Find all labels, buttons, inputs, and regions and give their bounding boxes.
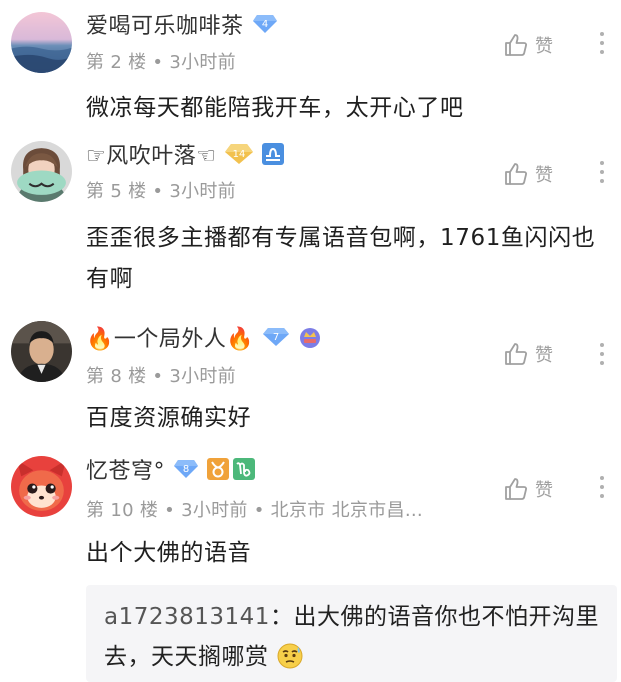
thumbs-up-icon — [505, 478, 527, 500]
more-options-icon[interactable] — [597, 161, 607, 183]
svg-text:14: 14 — [233, 149, 246, 160]
like-button[interactable]: 赞 — [503, 30, 553, 60]
thumbs-up-icon — [505, 343, 527, 365]
comment-text: 歪歪很多主播都有专属语音包啊，1761鱼闪闪也有啊 — [86, 225, 596, 292]
avatar[interactable] — [11, 321, 72, 382]
reply-username[interactable]: a1723813141 — [104, 604, 270, 630]
level-gold-badge: 14 — [224, 143, 254, 165]
user-info-row: 爱喝可乐咖啡茶 4 — [86, 8, 278, 40]
username[interactable]: 🔥一个局外人🔥 — [86, 321, 254, 353]
taurus-zodiac-icon — [207, 458, 230, 480]
like-label: 赞 — [535, 480, 553, 501]
username[interactable]: 忆苍穹° — [86, 453, 165, 485]
reply-preview[interactable]: a1723813141：出大佛的语音你也不怕开沟里去，天天搁哪赏 — [86, 585, 617, 682]
svg-text:7: 7 — [273, 332, 279, 343]
floor-number: 第 8 楼 — [86, 366, 147, 387]
level-diamond-badge: 7 — [262, 326, 290, 348]
reply-separator: ： — [269, 604, 294, 630]
meta-dot: • — [152, 366, 164, 387]
post-time: 3小时前 — [169, 366, 236, 387]
meta-dot: • — [152, 52, 164, 73]
post-time: 3小时前 — [169, 181, 236, 202]
username[interactable]: ☞风吹叶落☜ — [86, 138, 216, 170]
comment-meta: 第 2 楼 • 3小时前 — [86, 48, 236, 74]
sweat-face-emoji-icon — [276, 642, 304, 682]
like-button[interactable]: 赞 — [503, 474, 553, 504]
thumbs-up-icon — [505, 34, 527, 56]
username[interactable]: 爱喝可乐咖啡茶 — [86, 8, 244, 40]
like-label: 赞 — [535, 165, 553, 186]
post-time: 3小时前 — [181, 500, 248, 521]
comment-meta: 第 8 楼 • 3小时前 — [86, 362, 236, 388]
comment-meta: 第 10 楼 • 3小时前 • 北京市 北京市昌… — [86, 496, 423, 522]
user-info-row: 忆苍穹° 8 — [86, 453, 256, 485]
comment-item: 爱喝可乐咖啡茶 4 第 2 楼 • 3小时前 赞 微凉每天都能陪我开车，太开心了吧 — [0, 0, 621, 130]
more-options-icon[interactable] — [597, 476, 607, 498]
meta-dot: • — [253, 500, 265, 521]
comment-meta: 第 5 楼 • 3小时前 — [86, 177, 236, 203]
floor-number: 第 2 楼 — [86, 52, 147, 73]
comment-text: 出个大佛的语音 — [86, 540, 252, 566]
user-info-row: 🔥一个局外人🔥 7 — [86, 321, 322, 353]
avatar[interactable] — [11, 12, 72, 73]
capricorn-zodiac-icon — [233, 458, 256, 480]
location: 北京市 北京市昌… — [270, 500, 424, 521]
level-diamond-badge: 8 — [173, 458, 199, 480]
like-label: 赞 — [535, 345, 553, 366]
like-button[interactable]: 赞 — [503, 339, 553, 369]
svg-text:8: 8 — [183, 464, 189, 475]
avatar[interactable] — [11, 141, 72, 202]
floor-number: 第 10 楼 — [86, 500, 159, 521]
avatar[interactable] — [11, 456, 72, 517]
comment-feed: 爱喝可乐咖啡茶 4 第 2 楼 • 3小时前 赞 微凉每天都能陪我开车，太开心了吧 — [0, 0, 621, 682]
comment-text: 微凉每天都能陪我开车，太开心了吧 — [86, 95, 464, 121]
like-button[interactable]: 赞 — [503, 159, 553, 189]
floor-number: 第 5 楼 — [86, 181, 147, 202]
more-options-icon[interactable] — [597, 343, 607, 365]
libra-zodiac-icon — [262, 143, 285, 165]
like-label: 赞 — [535, 36, 553, 57]
meta-dot: • — [152, 181, 164, 202]
comment-item: ☞风吹叶落☜ 14 第 5 楼 • 3小时前 赞 歪歪很多主播都有专属语音包啊，… — [0, 130, 621, 310]
svg-text:4: 4 — [261, 19, 267, 30]
more-options-icon[interactable] — [597, 32, 607, 54]
rank-crown-icon — [298, 326, 322, 348]
post-time: 3小时前 — [169, 52, 236, 73]
level-diamond-badge: 4 — [252, 13, 278, 35]
meta-dot: • — [164, 500, 176, 521]
user-info-row: ☞风吹叶落☜ 14 — [86, 138, 285, 170]
comment-text: 百度资源确实好 — [86, 405, 252, 431]
comment-item: 🔥一个局外人🔥 7 第 8 楼 • 3小时前 赞 百度资源确实好 — [0, 310, 621, 450]
thumbs-up-icon — [505, 163, 527, 185]
